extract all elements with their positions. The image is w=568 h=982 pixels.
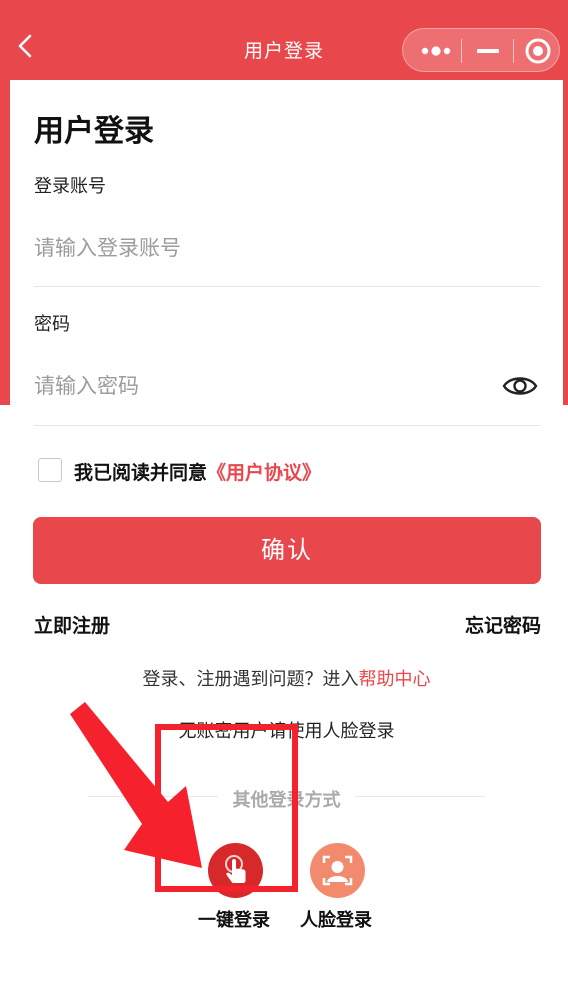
password-input[interactable] [34, 366, 494, 406]
password-divider [34, 425, 541, 426]
confirm-button[interactable]: 确认 [33, 517, 541, 584]
header-bar: 用户登录 [0, 0, 568, 80]
minimize-icon[interactable] [475, 42, 501, 60]
account-divider [34, 286, 541, 287]
target-circle-icon[interactable] [525, 38, 551, 64]
capsule-divider [513, 39, 514, 63]
password-label: 密码 [34, 314, 70, 335]
help-text: 登录、注册遇到问题？进入帮助中心 [10, 665, 563, 691]
capsule-divider [461, 39, 462, 63]
eye-icon[interactable] [502, 372, 538, 400]
account-input[interactable] [34, 228, 539, 268]
help-prompt: 登录、注册遇到问题？进入 [142, 669, 359, 690]
one-click-login-label[interactable]: 一键登录 [198, 906, 270, 932]
page-title: 用户登录 [34, 114, 154, 149]
register-link[interactable]: 立即注册 [34, 611, 110, 638]
forgot-password-link[interactable]: 忘记密码 [465, 611, 541, 638]
face-scan-icon [322, 855, 353, 886]
user-agreement-link[interactable]: 《用户协议》 [207, 462, 321, 484]
more-dots-icon[interactable] [421, 42, 451, 60]
agreement-checkbox[interactable] [38, 458, 62, 482]
mini-program-capsule [402, 28, 560, 72]
agreement-label: 我已阅读并同意 [74, 462, 208, 484]
annotation-highlight-box [155, 724, 298, 892]
agreement-text: 我已阅读并同意《用户协议》 [74, 458, 321, 485]
face-login-button[interactable] [310, 843, 365, 898]
help-center-link[interactable]: 帮助中心 [359, 669, 431, 690]
account-label: 登录账号 [34, 176, 106, 197]
face-login-label[interactable]: 人脸登录 [300, 906, 372, 932]
